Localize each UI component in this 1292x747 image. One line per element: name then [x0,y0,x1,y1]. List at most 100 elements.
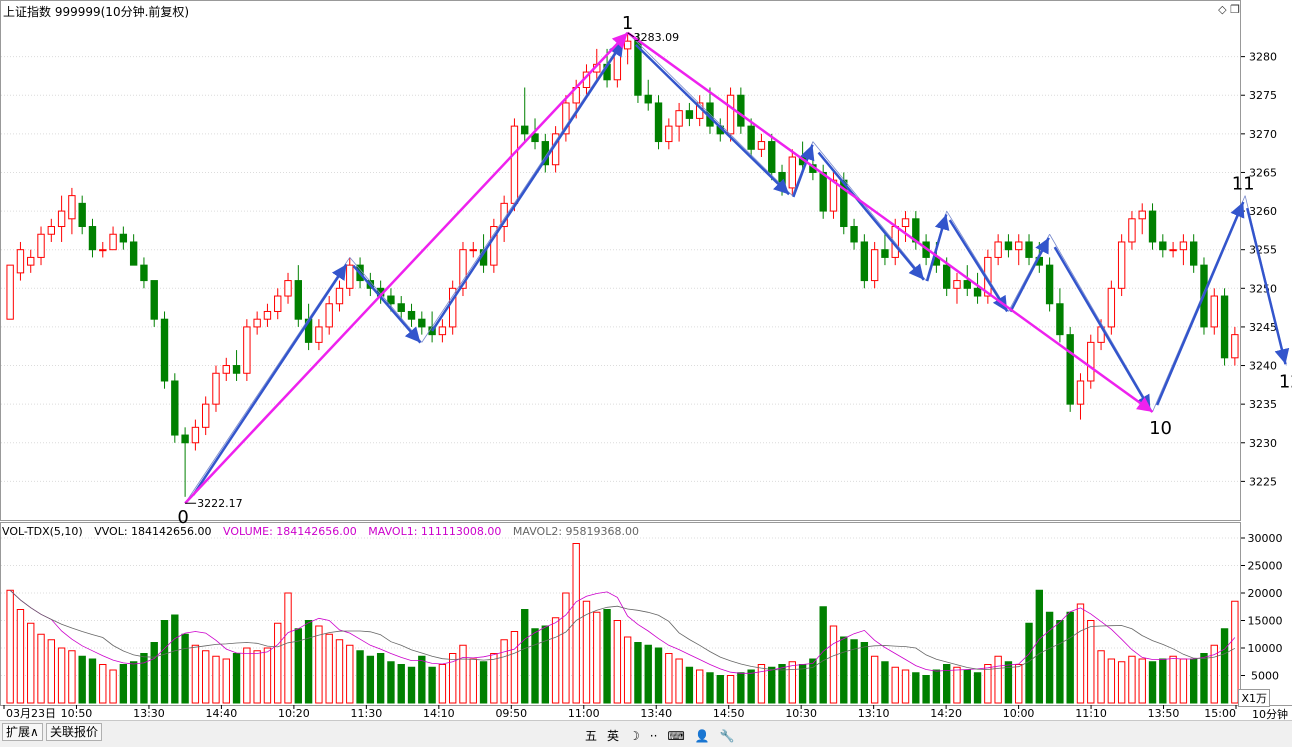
candle-body [1189,241,1198,266]
kline-chart[interactable]: 3225323032353240324532503255326032653270… [0,0,1292,720]
volume-bar [675,658,683,704]
wave-big-thin [627,32,1153,413]
window-controls[interactable]: ◇ ❐ [1218,3,1240,16]
chart-frame: 3225 3230 3235 3240 3245 3250 3255 3260 3265 3270… [0,0,1292,746]
time-tick-label: 11:00 [568,707,600,720]
volume-bar [201,650,210,704]
volume-bar [654,647,663,704]
candle-body [685,110,694,119]
wave-small-arrow [352,264,422,344]
volume-bar [387,661,395,704]
time-tick-label: 09:50 [495,707,527,720]
time-tick-label: 11:30 [351,707,383,720]
candle-body [521,125,529,135]
volume-bar [68,650,76,704]
vvol-value: VVOL: 184142656.00 [94,525,212,538]
price-tick-label: 3260 [1249,205,1277,218]
vol-indicator-name[interactable]: VOL-TDX(5,10) [2,525,83,538]
volume-bar [356,650,364,704]
wave-small-arrow [948,219,1009,313]
volume-bar [582,600,591,704]
volume-bar [78,655,86,704]
candle-body [315,326,323,343]
volume-bar [37,633,45,704]
volume-bar [181,633,189,704]
candle-body [346,264,354,289]
candle-body [407,310,416,320]
moon-icon[interactable]: ☽ [626,727,643,745]
wave-big-thin [184,32,629,504]
volume-bar [665,653,673,704]
candle-body [57,210,66,228]
time-tick-label: 13:40 [640,707,672,720]
volume-tick-label: 30000 [1248,532,1283,545]
time-tick-label: 10:20 [278,707,310,720]
volume-bar [376,653,385,704]
volume-bar [1015,664,1023,704]
volume-bar [57,647,66,704]
volume-bar [1169,655,1177,704]
candle-body [768,141,776,173]
volume-bar [191,644,200,704]
volume-bar [1066,611,1074,704]
candle-body [150,280,158,320]
volume-bar [623,636,632,704]
keyboard-icon[interactable]: ⌨ [664,727,687,745]
expand-tab[interactable]: 扩展∧ [2,723,43,741]
candle-body [171,380,179,436]
candle-body [1169,249,1177,252]
price-tick-label: 3235 [1249,398,1277,411]
volume-bar [428,666,436,704]
volume-bar [1076,603,1085,704]
time-tick-label: 10:50 [61,707,93,720]
wrench-icon[interactable]: 🔧 [717,727,738,745]
candle-body [294,280,303,320]
volume-bar [1189,658,1198,704]
candle-body [1148,210,1157,243]
wave-thin-line [421,32,628,343]
user-icon[interactable]: 👤 [692,727,713,745]
time-tick-label: 10:30 [785,707,817,720]
restore-icon[interactable]: ❐ [1230,3,1240,16]
volume-bar [325,633,333,704]
time-tick-label: 14:40 [206,707,238,720]
wave-thin-line [627,32,793,196]
candle-body [881,249,889,258]
candle-body [37,233,45,258]
candle-body [6,264,14,320]
diamond-icon[interactable]: ◇ [1218,3,1226,16]
ime-english-icon[interactable]: 英 [604,727,622,745]
candle-body [418,318,426,328]
volume-bar [685,666,694,704]
candle-body [88,226,97,251]
volume-bar [984,664,992,704]
volume-bar [284,592,292,704]
wave-number-label: 11 [1232,174,1255,195]
candle-body [140,264,148,282]
volume-bar [129,661,138,704]
ime-wubi-icon[interactable]: 五 [582,727,600,745]
volume-bar [335,639,344,704]
volume-bar [16,609,25,704]
volume-bar [438,664,447,704]
volume-bar [469,658,477,704]
volume-bar [1138,658,1146,704]
price-tick-label: 3240 [1249,360,1277,373]
volume-bar [768,666,776,704]
volume-bar [140,653,148,704]
wave-number-label: 1 [622,13,633,34]
price-tick-label: 3280 [1249,51,1277,64]
volume-bar [150,642,158,704]
punctuation-icon[interactable]: ·· [647,727,661,745]
volume-bar [788,661,797,704]
related-quote-tab[interactable]: 关联报价 [46,723,103,741]
candle-body [942,264,951,289]
volume-bar [274,622,282,704]
candle-body [397,303,405,312]
volume-unit-label[interactable]: X1万 [1238,689,1270,707]
volume-bar [1045,611,1054,704]
price-tick-label: 3270 [1249,128,1277,141]
time-tick-label: 03月23日 [6,707,56,720]
volume-bar [253,650,261,704]
volume-bar [119,664,128,704]
